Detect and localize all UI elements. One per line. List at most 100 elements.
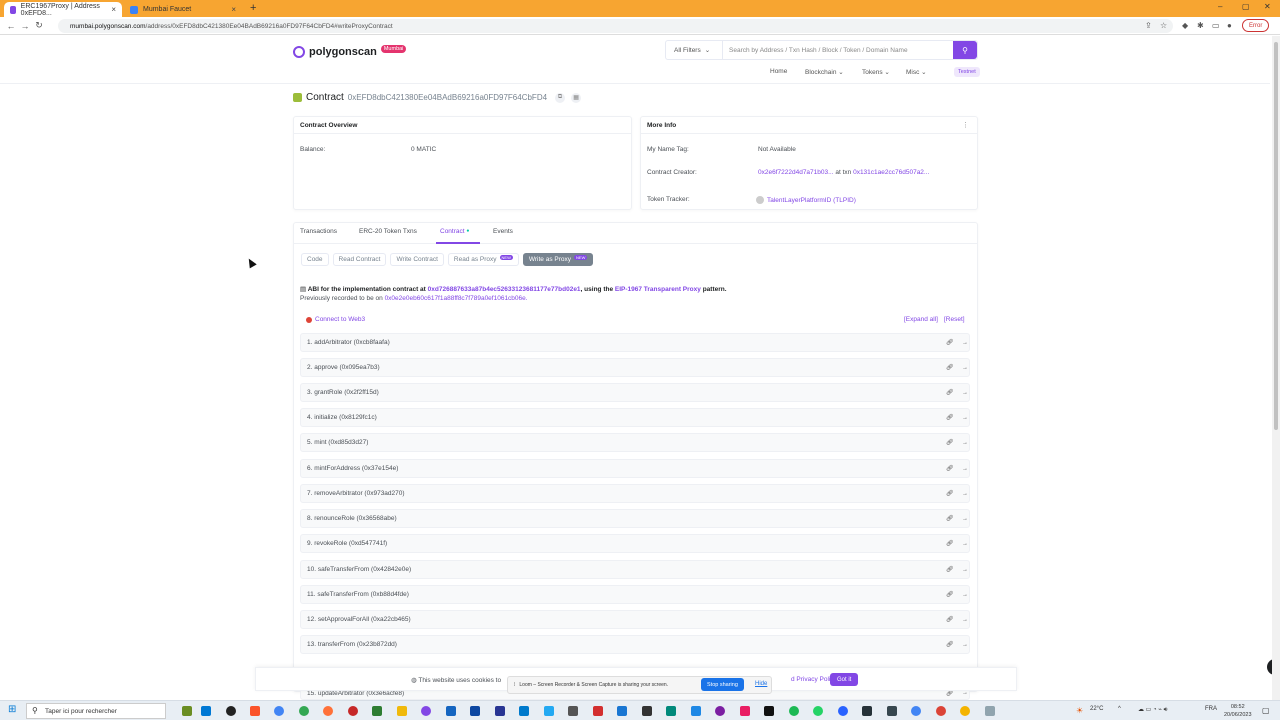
app-icon[interactable] bbox=[887, 706, 897, 716]
testnet-badge[interactable]: Testnet bbox=[954, 67, 980, 77]
link-icon[interactable]: 🔗︎ bbox=[946, 591, 954, 598]
weather-icon[interactable]: ☀ bbox=[1076, 706, 1083, 715]
function-row[interactable]: 1. addArbitrator (0xcb8faafa) 🔗︎ → bbox=[300, 333, 970, 352]
tray-chevron-icon[interactable]: ^ bbox=[1118, 706, 1121, 712]
back-icon[interactable]: ← bbox=[4, 21, 18, 31]
app-icon[interactable] bbox=[642, 706, 652, 716]
file-explorer-icon[interactable] bbox=[201, 706, 211, 716]
subtab-write-as-proxy[interactable]: Write as Proxy NEW bbox=[522, 253, 594, 266]
app-icon[interactable] bbox=[495, 706, 505, 716]
app-icon[interactable] bbox=[568, 706, 578, 716]
chrome-profile-icon[interactable] bbox=[936, 706, 946, 716]
link-icon[interactable]: 🔗︎ bbox=[946, 339, 954, 346]
tab-events[interactable]: Events bbox=[493, 228, 513, 235]
taskbar-search-input[interactable]: ⚲ Taper ici pour rechercher bbox=[26, 703, 166, 719]
weather-temp[interactable]: 22°C bbox=[1090, 706, 1103, 712]
link-icon[interactable]: 🔗︎ bbox=[946, 465, 954, 472]
binance-icon[interactable] bbox=[397, 706, 407, 716]
opera-icon[interactable] bbox=[348, 706, 358, 716]
link-icon[interactable]: 🔗︎ bbox=[946, 616, 954, 623]
function-row[interactable]: 11. safeTransferFrom (0xb88d4fde) 🔗︎ → bbox=[300, 585, 970, 604]
function-row[interactable]: 3. grantRole (0x2f2ff15d) 🔗︎ → bbox=[300, 383, 970, 402]
filter-select[interactable]: All Filters ⌄ bbox=[666, 41, 723, 59]
maximize-icon[interactable]: ▢ bbox=[1242, 2, 1250, 11]
function-row[interactable]: 6. mintForAddress (0x37e154e) 🔗︎ → bbox=[300, 459, 970, 478]
app-icon[interactable] bbox=[985, 706, 995, 716]
function-row[interactable]: 13. transferFrom (0x23b872dd) 🔗︎ → bbox=[300, 635, 970, 654]
metamask-icon[interactable]: ◆ bbox=[1182, 21, 1188, 30]
url-input[interactable]: mumbai.polygonscan.com /address/0xEFD8db… bbox=[58, 19, 1173, 33]
arrow-right-icon[interactable]: → bbox=[962, 516, 968, 522]
arrow-right-icon[interactable]: → bbox=[962, 642, 968, 648]
qr-code-icon[interactable]: ▦ bbox=[571, 92, 582, 103]
function-row[interactable]: 7. removeArbitrator (0x973ad270) 🔗︎ → bbox=[300, 484, 970, 503]
steam-icon[interactable] bbox=[470, 706, 480, 716]
arrow-right-icon[interactable]: → bbox=[962, 365, 968, 371]
tab-transactions[interactable]: Transactions bbox=[300, 228, 337, 235]
app-icon[interactable] bbox=[838, 706, 848, 716]
stop-sharing-button[interactable]: Stop sharing bbox=[701, 678, 744, 691]
minimize-icon[interactable]: – bbox=[1218, 2, 1222, 11]
creator-txn-link[interactable]: 0x131c1ae2cc76d507a2... bbox=[853, 169, 929, 176]
arrow-right-icon[interactable]: → bbox=[962, 415, 968, 421]
app-icon[interactable] bbox=[862, 706, 872, 716]
new-tab-icon[interactable]: + bbox=[250, 2, 256, 14]
error-button[interactable]: Error bbox=[1242, 19, 1270, 32]
token-tracker-link[interactable]: TalentLayerPlatformID (TLPID) bbox=[767, 197, 856, 204]
previous-address-link[interactable]: 0x0e2e0eb60c617f1a88ff8c7f789a0ef1061cb0… bbox=[385, 295, 528, 302]
app-icon[interactable] bbox=[446, 706, 456, 716]
windows-start-icon[interactable]: ⊞ bbox=[8, 704, 16, 715]
terminal-icon[interactable] bbox=[372, 706, 382, 716]
creator-address-link[interactable]: 0x2e6f7222d4d7a71b03... bbox=[758, 169, 834, 176]
link-icon[interactable]: 🔗︎ bbox=[946, 490, 954, 497]
search-input[interactable]: Search by Address / Txn Hash / Block / T… bbox=[723, 41, 953, 59]
clock[interactable]: 08:52 20/06/2023 bbox=[1224, 703, 1252, 719]
tab-mumbai-faucet[interactable]: Mumbai Faucet × bbox=[124, 2, 242, 17]
arrow-right-icon[interactable]: → bbox=[962, 567, 968, 573]
function-row[interactable]: 8. renounceRole (0x36568abe) 🔗︎ → bbox=[300, 509, 970, 528]
arrow-right-icon[interactable]: → bbox=[962, 340, 968, 346]
word-icon[interactable] bbox=[617, 706, 627, 716]
drag-handle-icon[interactable]: ⁞ bbox=[514, 682, 515, 688]
reset-link[interactable]: [Reset] bbox=[944, 316, 965, 323]
notifications-icon[interactable]: ▢ bbox=[1262, 706, 1270, 715]
nav-home[interactable]: Home bbox=[770, 68, 787, 75]
brave-icon[interactable] bbox=[250, 706, 260, 716]
link-icon[interactable]: 🔗︎ bbox=[946, 641, 954, 648]
whatsapp-icon[interactable] bbox=[813, 706, 823, 716]
chrome-active-icon[interactable] bbox=[911, 706, 921, 716]
hide-button[interactable]: Hide bbox=[755, 681, 767, 687]
more-options-icon[interactable]: ⋮ bbox=[962, 121, 969, 129]
nav-blockchain[interactable]: Blockchain ⌄ bbox=[805, 68, 844, 76]
app-icon[interactable] bbox=[715, 706, 725, 716]
subtab-code[interactable]: Code bbox=[301, 253, 329, 266]
link-icon[interactable]: 🔗︎ bbox=[946, 439, 954, 446]
chrome-icon[interactable] bbox=[274, 706, 284, 716]
close-icon[interactable]: × bbox=[111, 5, 116, 14]
polygon-app-icon[interactable] bbox=[421, 706, 431, 716]
implementation-address-link[interactable]: 0xd726887633a87b4ec52633123681177e77bd02… bbox=[428, 286, 581, 293]
app-icon[interactable] bbox=[691, 706, 701, 716]
eip1967-link[interactable]: EIP-1967 Transparent Proxy bbox=[615, 286, 701, 293]
filezilla-icon[interactable] bbox=[593, 706, 603, 716]
link-icon[interactable]: 🔗︎ bbox=[946, 515, 954, 522]
subtab-read-as-proxy[interactable]: Read as Proxy NEW bbox=[447, 253, 519, 266]
app-icon[interactable] bbox=[666, 706, 676, 716]
close-window-icon[interactable]: ✕ bbox=[1264, 2, 1271, 11]
profile-icon[interactable]: ● bbox=[1227, 21, 1232, 30]
link-icon[interactable]: 🔗︎ bbox=[946, 389, 954, 396]
function-row[interactable]: 10. safeTransferFrom (0x42842e0e) 🔗︎ → bbox=[300, 560, 970, 579]
function-row[interactable]: 4. initialize (0x8129fc1c) 🔗︎ → bbox=[300, 408, 970, 427]
tray-icons[interactable]: ☁ ▭ ◔ ⌁ 🔊︎ bbox=[1138, 706, 1167, 714]
tab-erc1967proxy[interactable]: ERC1967Proxy | Address 0xEFD8... × bbox=[4, 2, 122, 17]
app-icon[interactable] bbox=[764, 706, 774, 716]
share-icon[interactable]: ⇪ bbox=[1145, 21, 1152, 30]
language-indicator[interactable]: FRA bbox=[1205, 706, 1217, 712]
nav-tokens[interactable]: Tokens ⌄ bbox=[862, 68, 890, 76]
arrow-right-icon[interactable]: → bbox=[962, 491, 968, 497]
app-icon[interactable] bbox=[740, 706, 750, 716]
tab-contract[interactable]: Contract ● bbox=[440, 228, 469, 235]
bookmark-star-icon[interactable]: ☆ bbox=[1160, 21, 1167, 30]
spotify-icon[interactable] bbox=[789, 706, 799, 716]
polygonscan-logo[interactable]: polygonscan Mumbai bbox=[293, 45, 407, 58]
